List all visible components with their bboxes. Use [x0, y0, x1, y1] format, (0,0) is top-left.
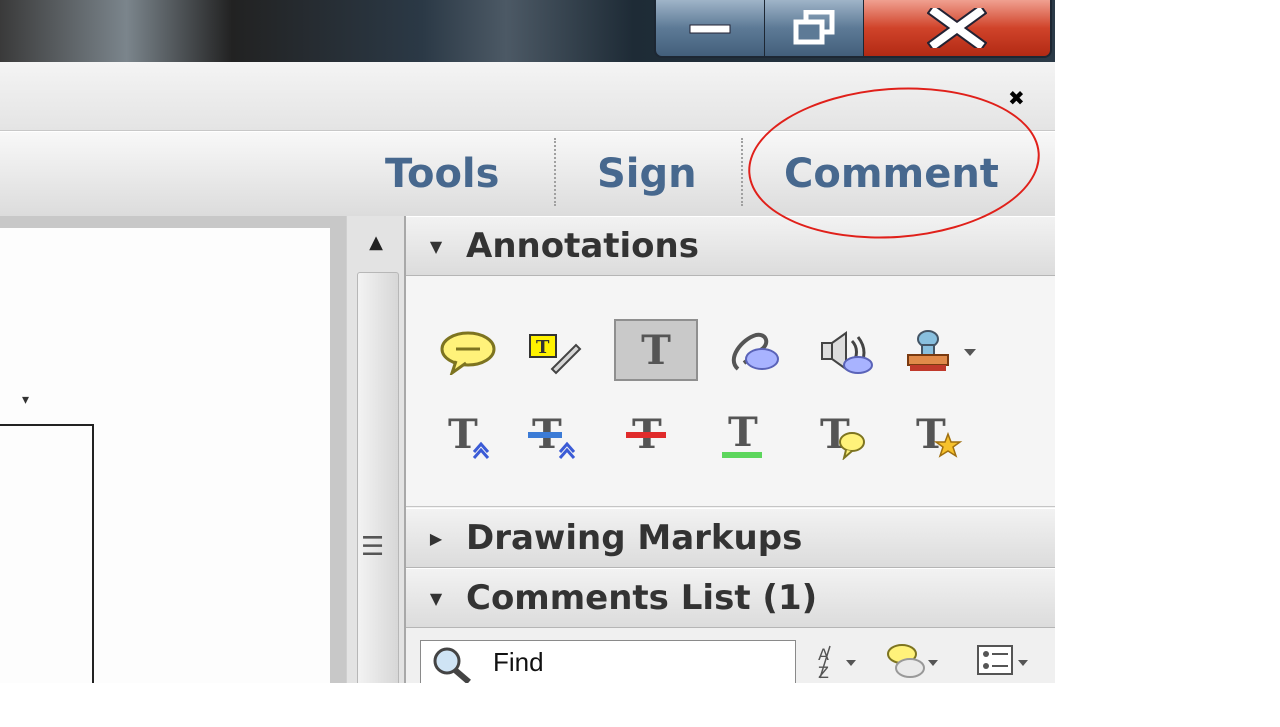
drawing-markups-label: Drawing Markups: [466, 518, 803, 558]
comments-list-label: Comments List (1): [466, 578, 818, 618]
comment-pane: ▼ Annotations T T T T T T T T ▶ Drawing …: [404, 216, 1055, 683]
close-icon: [927, 8, 987, 48]
comments-search-row: Find AZ: [406, 628, 1055, 683]
highlight-text-icon[interactable]: T: [510, 321, 594, 383]
drawing-markups-header[interactable]: ▶ Drawing Markups: [406, 508, 1055, 568]
comments-list-header[interactable]: ▼ Comments List (1): [406, 568, 1055, 628]
replace-text-icon[interactable]: T: [510, 404, 594, 466]
minimize-button[interactable]: [656, 0, 765, 56]
scrollbar-thumb[interactable]: [357, 272, 399, 683]
minimize-icon: [689, 24, 731, 34]
tab-comment-label: Comment: [784, 151, 999, 197]
underline-text-icon[interactable]: T: [702, 404, 786, 466]
filter-comments-icon[interactable]: [884, 642, 944, 683]
tab-sign-label: Sign: [597, 151, 697, 197]
vertical-scrollbar[interactable]: ▲ ☰: [346, 216, 405, 683]
add-note-to-text-icon[interactable]: T: [798, 404, 882, 466]
page-mark: ▾: [22, 392, 30, 408]
sort-comments-icon[interactable]: AZ: [816, 642, 868, 683]
text-t-glyph: T: [641, 326, 671, 374]
tab-tools-label: Tools: [385, 151, 500, 197]
insert-text-icon[interactable]: T: [426, 404, 510, 466]
add-text-comment-icon[interactable]: T: [614, 319, 698, 381]
annotation-tools: T T T T T T T T: [406, 276, 1055, 507]
annotations-label: Annotations: [466, 226, 699, 266]
title-bar: [0, 0, 1055, 62]
scrollbar-grip-icon: ☰: [361, 532, 385, 562]
restore-icon: [793, 10, 835, 45]
svg-text:T: T: [728, 410, 758, 456]
toolbar: [0, 62, 1055, 131]
scroll-up-arrow-icon[interactable]: ▲: [347, 216, 405, 268]
tab-tools[interactable]: Tools: [385, 132, 499, 216]
find-placeholder: Find: [493, 647, 544, 677]
record-audio-icon[interactable]: [806, 321, 890, 383]
acrobat-window: ✖ Tools Sign Comment ▾ ▲ ☰ ▼ Annotations…: [0, 0, 1055, 683]
comment-options-icon[interactable]: [976, 642, 1046, 683]
expanded-triangle-icon: ▼: [429, 236, 443, 256]
collapsed-triangle-icon: ▶: [429, 528, 443, 548]
annotations-header[interactable]: ▼ Annotations: [406, 216, 1055, 276]
sticky-note-icon[interactable]: [426, 321, 510, 383]
expanded-triangle-icon: ▼: [429, 588, 443, 608]
strikethrough-icon[interactable]: T: [606, 404, 690, 466]
attach-file-icon[interactable]: [710, 321, 794, 383]
close-window-button[interactable]: [864, 0, 1050, 56]
tab-comment[interactable]: Comment: [784, 132, 999, 216]
restore-button[interactable]: [765, 0, 864, 56]
page-frame-line: [0, 424, 94, 683]
find-input[interactable]: Find: [420, 640, 796, 683]
add-text-callout-icon[interactable]: T: [894, 404, 978, 466]
add-stamp-icon[interactable]: [902, 321, 986, 383]
tab-sign[interactable]: Sign: [597, 132, 697, 216]
search-icon: [433, 647, 471, 683]
task-tabs-bar: Tools Sign Comment: [0, 131, 1055, 217]
window-controls: [654, 0, 1052, 58]
tab-divider: [741, 138, 743, 206]
tab-divider: [554, 138, 556, 206]
svg-text:T: T: [536, 337, 550, 358]
close-x-icon[interactable]: ✖: [1008, 86, 1025, 110]
